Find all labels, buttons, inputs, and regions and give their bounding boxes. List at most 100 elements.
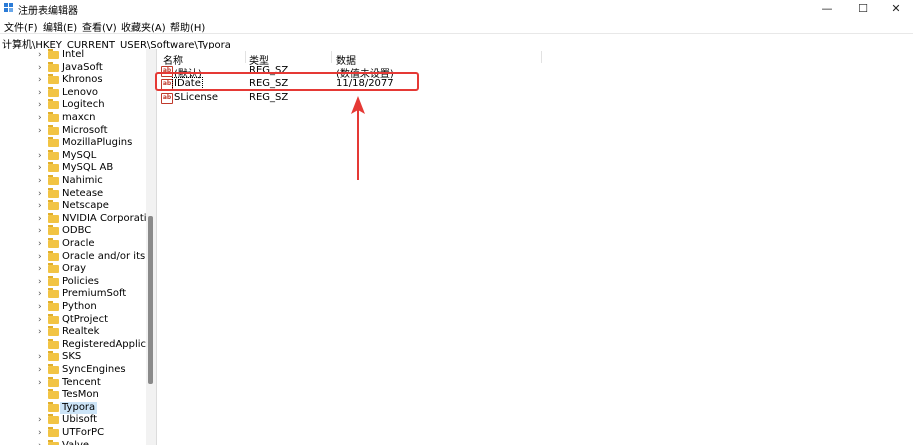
chevron-right-icon[interactable]: › [38, 441, 46, 445]
chevron-right-icon[interactable]: › [38, 415, 46, 425]
folder-icon [48, 187, 59, 198]
chevron-right-icon[interactable]: › [38, 277, 46, 287]
menu-bar: 文件(F) 编辑(E) 查看(V) 收藏夹(A) 帮助(H) [0, 17, 913, 34]
tree-item[interactable]: › Khronos [38, 74, 146, 87]
tree-item[interactable]: › Python [38, 301, 146, 314]
chevron-right-icon[interactable]: › [38, 302, 46, 312]
chevron-right-icon[interactable]: › [38, 113, 46, 123]
tree-item-label: Oray [62, 263, 87, 275]
chevron-right-icon[interactable]: › [38, 63, 46, 73]
tree-item[interactable]: › MySQL [38, 149, 146, 163]
chevron-right-icon[interactable]: › [38, 214, 46, 224]
tree-item[interactable]: MozillaPlugins [38, 137, 146, 150]
registry-app-icon [4, 3, 13, 12]
folder-icon [48, 401, 59, 412]
chevron-right-icon[interactable]: › [38, 289, 46, 299]
tree-item[interactable]: › Oray [38, 263, 146, 276]
tree-item-label: Tencent [62, 376, 101, 388]
tree-item[interactable]: › UTForPC [38, 427, 146, 440]
tree-item-label: Typora [60, 401, 98, 414]
chevron-right-icon[interactable]: › [38, 100, 46, 110]
chevron-right-icon[interactable]: › [38, 50, 46, 60]
tree-item[interactable]: › PremiumSoft [38, 288, 146, 301]
folder-icon [48, 263, 59, 274]
folder-icon [48, 301, 59, 311]
chevron-right-icon[interactable]: › [38, 327, 46, 337]
minimize-button[interactable]: — [810, 0, 844, 17]
folder-icon [48, 288, 59, 299]
value-name: SLicense [174, 92, 219, 103]
tree-item-label: Oracle and/or its af [62, 250, 146, 262]
menu-favorites[interactable]: 收藏夹(A) [121, 19, 166, 34]
tree-item[interactable]: › Policies [38, 275, 146, 289]
tree-item[interactable]: › Logitech [38, 99, 146, 112]
tree-item[interactable]: › Nahimic [38, 175, 146, 188]
chevron-right-icon[interactable]: › [38, 352, 46, 362]
tree-item[interactable]: › Tencent [38, 376, 146, 390]
tree-item[interactable]: › JavaSoft [38, 61, 146, 75]
maximize-button[interactable]: ☐ [846, 0, 880, 17]
chevron-right-icon[interactable]: › [38, 428, 46, 438]
column-separator[interactable] [245, 51, 246, 63]
tree-item-label: Lenovo [62, 86, 99, 98]
tree-item[interactable]: › MySQL AB [38, 162, 146, 175]
tree-item[interactable]: › Intel [38, 49, 146, 62]
tree-item-label: MozillaPlugins [62, 137, 133, 149]
chevron-right-icon[interactable]: › [38, 252, 46, 262]
menu-help[interactable]: 帮助(H) [170, 19, 205, 34]
tree-item[interactable]: › QtProject [38, 313, 146, 327]
tree-item[interactable]: › Valve [38, 439, 146, 445]
tree-item[interactable]: › ODBC [38, 225, 146, 238]
menu-view[interactable]: 查看(V) [82, 19, 117, 34]
folder-icon [48, 364, 59, 374]
tree-item[interactable]: Typora [38, 401, 146, 415]
registry-key-tree[interactable]: › Intel › JavaSoft › Khronos › Lenovo › Logitech ›… [0, 49, 146, 445]
chevron-right-icon[interactable]: › [38, 126, 46, 136]
chevron-right-icon[interactable]: › [38, 378, 46, 388]
tree-item-label: Khronos [62, 74, 103, 86]
chevron-right-icon[interactable]: › [38, 201, 46, 211]
tree-item[interactable]: › maxcn [38, 112, 146, 125]
tree-item[interactable]: › Microsoft [38, 124, 146, 138]
chevron-right-icon[interactable]: › [38, 189, 46, 199]
folder-icon [48, 49, 59, 59]
chevron-right-icon[interactable]: › [38, 239, 46, 249]
tree-item-label: Intel [62, 49, 85, 60]
menu-file[interactable]: 文件(F) [4, 19, 38, 34]
column-separator[interactable] [541, 51, 542, 63]
highlight-box [155, 72, 419, 91]
tree-item[interactable]: › Oracle and/or its af [38, 250, 146, 264]
folder-icon [48, 149, 59, 160]
tree-item[interactable]: › Oracle [38, 238, 146, 251]
address-bar[interactable]: 计算机\HKEY_CURRENT_USER\Software\Typora [0, 33, 913, 51]
folder-icon [48, 99, 59, 110]
tree-item[interactable]: › NVIDIA Corporation [38, 212, 146, 226]
tree-item[interactable]: › Lenovo [38, 86, 146, 100]
tree-item[interactable]: › Realtek [38, 326, 146, 339]
tree-item[interactable]: TesMon [38, 389, 146, 402]
tree-scrollbar-thumb[interactable] [148, 216, 153, 384]
chevron-right-icon[interactable]: › [38, 315, 46, 325]
value-row[interactable]: ab SLicense REG_SZ [157, 91, 913, 104]
tree-item[interactable]: RegisteredApplicat [38, 338, 146, 352]
chevron-right-icon[interactable]: › [38, 151, 46, 161]
tree-item[interactable]: › SyncEngines [38, 364, 146, 377]
tree-item[interactable]: › SKS [38, 351, 146, 364]
column-separator[interactable] [331, 51, 332, 63]
tree-item-label: Policies [62, 275, 99, 287]
chevron-right-icon[interactable]: › [38, 75, 46, 85]
chevron-right-icon[interactable]: › [38, 176, 46, 186]
tree-item[interactable]: › Netscape [38, 200, 146, 213]
tree-item-label: Logitech [62, 99, 105, 111]
chevron-right-icon[interactable]: › [38, 226, 46, 236]
tree-item-label: QtProject [62, 313, 109, 325]
chevron-right-icon[interactable]: › [38, 88, 46, 98]
close-button[interactable]: ✕ [879, 0, 913, 17]
tree-item[interactable]: › Netease [38, 187, 146, 201]
folder-icon [48, 313, 59, 324]
tree-item[interactable]: › Ubisoft [38, 414, 146, 427]
menu-edit[interactable]: 编辑(E) [43, 19, 77, 34]
chevron-right-icon[interactable]: › [38, 264, 46, 274]
chevron-right-icon[interactable]: › [38, 365, 46, 375]
chevron-right-icon[interactable]: › [38, 163, 46, 173]
